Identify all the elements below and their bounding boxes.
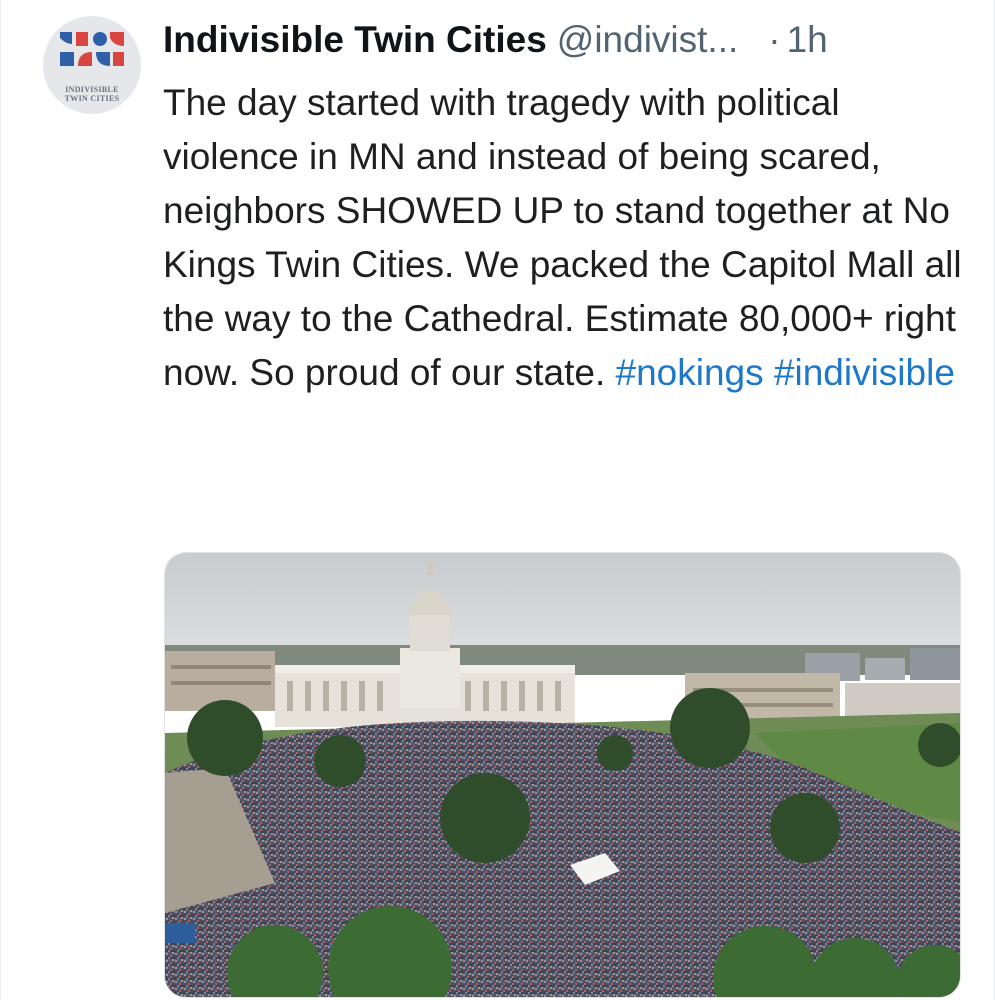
display-name[interactable]: Indivisible Twin Cities <box>163 19 547 60</box>
avatar[interactable]: INDIVISIBLE TWIN CITIES <box>43 16 141 114</box>
tweet-photo[interactable] <box>164 552 961 998</box>
avatar-logo-line2: TWIN CITIES <box>64 94 120 103</box>
indivisible-logo-icon <box>60 32 124 66</box>
hashtag-indivisible[interactable]: #indivisible <box>774 352 955 393</box>
hashtag-nokings[interactable]: #nokings <box>616 352 764 393</box>
tweet[interactable]: INDIVISIBLE TWIN CITIES Indivisible Twin… <box>0 0 995 1000</box>
timestamp[interactable]: 1h <box>787 19 828 60</box>
tweet-body: The day started with tragedy with politi… <box>163 82 962 393</box>
photo-image <box>165 553 960 997</box>
separator-dot: · <box>768 19 781 60</box>
tweet-text: The day started with tragedy with politi… <box>163 76 963 400</box>
user-handle[interactable]: @indivist... <box>557 19 739 60</box>
tweet-header: Indivisible Twin Cities @indivist... · 1h <box>163 14 964 70</box>
avatar-logo-line1: INDIVISIBLE <box>65 85 119 94</box>
